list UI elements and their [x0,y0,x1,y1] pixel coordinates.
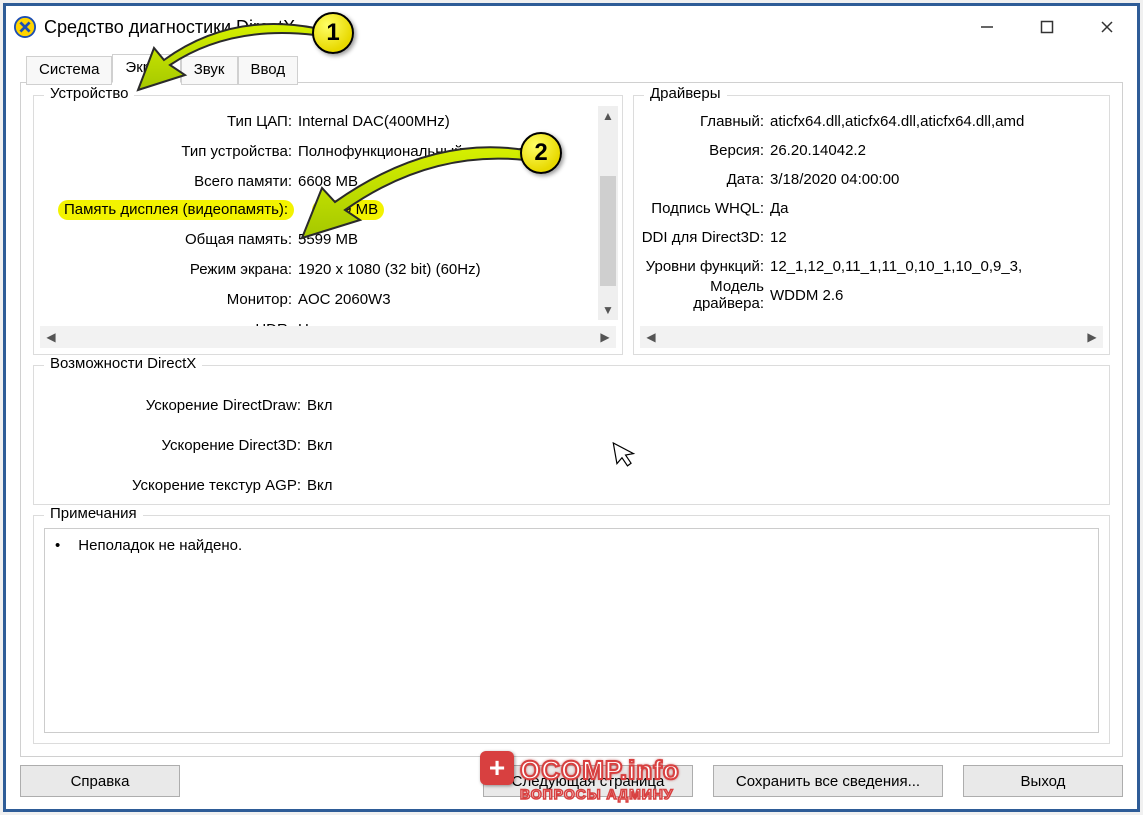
device-type-label: Тип устройства: [40,143,298,160]
driver-feat-value: 12_1,12_0,11_1,11_0,10_1,10_0,9_3, [770,258,1022,275]
tab-system[interactable]: Система [26,56,112,85]
drivers-group: Драйверы Главный:aticfx64.dll,aticfx64.d… [633,95,1110,355]
screen-mode-value: 1920 x 1080 (32 bit) (60Hz) [298,261,481,278]
display-memory-label: Память дисплея (видеопамять): [58,200,294,220]
device-type-value: Полнофункциональный видеоадапте [298,143,557,160]
driver-ddi-value: 12 [770,229,787,246]
driver-date-value: 3/18/2020 04:00:00 [770,171,899,188]
save-all-button[interactable]: Сохранить все сведения... [713,765,943,797]
watermark: + OCOMP.info ВОПРОСЫ АДМИНУ [520,755,680,802]
titlebar: Средство диагностики DirectX [6,6,1137,48]
minimize-button[interactable] [957,8,1017,46]
driver-ddi-label: DDI для Direct3D: [640,229,770,246]
direct3d-label: Ускорение Direct3D: [52,437,307,454]
monitor-label: Монитор: [40,291,298,308]
watermark-line2: ВОПРОСЫ АДМИНУ [520,786,680,802]
total-memory-value: 6608 MB [298,173,358,190]
display-memory-value: 1009 MB [312,200,384,220]
scroll-down-icon[interactable]: ▼ [598,300,618,320]
direct3d-value: Вкл [307,437,333,454]
directdraw-label: Ускорение DirectDraw: [52,397,307,414]
scroll-right-icon[interactable]: ▶ [1081,330,1103,344]
help-button[interactable]: Справка [20,765,180,797]
device-vscrollbar[interactable]: ▲ ▼ [598,106,618,320]
driver-version-label: Версия: [640,142,770,159]
driver-main-value: aticfx64.dll,aticfx64.dll,aticfx64.dll,a… [770,113,1024,130]
scroll-up-icon[interactable]: ▲ [598,106,618,126]
tab-panel-display: Устройство Тип ЦАП:Internal DAC(400MHz) … [20,82,1123,757]
notes-legend: Примечания [44,505,143,522]
driver-main-label: Главный: [640,113,770,130]
driver-model-value: WDDM 2.6 [770,287,843,304]
directx-group: Возможности DirectX Ускорение DirectDraw… [33,365,1110,505]
tab-input[interactable]: Ввод [238,56,299,85]
driver-whql-label: Подпись WHQL: [640,200,770,217]
scroll-left-icon[interactable]: ◀ [40,330,62,344]
shared-memory-value: 5599 MB [298,231,358,248]
scroll-right-icon[interactable]: ▶ [594,330,616,344]
notes-line: Неполадок не найдено. [55,537,1088,554]
driver-whql-value: Да [770,200,789,217]
dac-type-label: Тип ЦАП: [40,113,298,130]
window-root: Средство диагностики DirectX Система Экр… [6,6,1137,809]
driver-date-label: Дата: [640,171,770,188]
close-button[interactable] [1077,8,1137,46]
monitor-value: AOC 2060W3 [298,291,391,308]
device-hscrollbar[interactable]: ◀ ▶ [40,326,616,348]
app-icon [14,16,36,38]
maximize-button[interactable] [1017,8,1077,46]
exit-button[interactable]: Выход [963,765,1123,797]
shared-memory-label: Общая память: [40,231,298,248]
scroll-thumb[interactable] [600,176,616,286]
notes-textarea[interactable]: Неполадок не найдено. [44,528,1099,733]
tab-display[interactable]: Экран [112,54,180,83]
notes-group: Примечания Неполадок не найдено. [33,515,1110,744]
annotation-marker-2: 2 [520,132,562,174]
watermark-plus-icon: + [480,751,514,785]
window-buttons [957,8,1137,46]
scroll-left-icon[interactable]: ◀ [640,330,662,344]
device-legend: Устройство [44,85,134,102]
window-title: Средство диагностики DirectX [44,17,957,38]
driver-feat-label: Уровни функций: [640,258,770,275]
display-memory-row: Память дисплея (видеопамять): 1009 MB [40,200,596,220]
total-memory-label: Всего памяти: [40,173,298,190]
tab-strip: Система Экран Звук Ввод [26,54,1123,83]
screen-mode-label: Режим экрана: [40,261,298,278]
content-area: Система Экран Звук Ввод Устройство Тип Ц… [6,48,1137,809]
dac-type-value: Internal DAC(400MHz) [298,113,450,130]
driver-model-label: Модель драйвера: [640,278,770,312]
drivers-legend: Драйверы [644,85,727,102]
drivers-hscrollbar[interactable]: ◀ ▶ [640,326,1103,348]
directdraw-value: Вкл [307,397,333,414]
agp-label: Ускорение текстур AGP: [52,477,307,494]
driver-version-value: 26.20.14042.2 [770,142,866,159]
device-rows: Тип ЦАП:Internal DAC(400MHz) Тип устройс… [40,110,596,340]
agp-value: Вкл [307,477,333,494]
tab-sound[interactable]: Звук [181,56,238,85]
annotation-marker-1: 1 [312,12,354,54]
watermark-line1: OCOMP.info [520,755,680,786]
directx-legend: Возможности DirectX [44,355,202,372]
